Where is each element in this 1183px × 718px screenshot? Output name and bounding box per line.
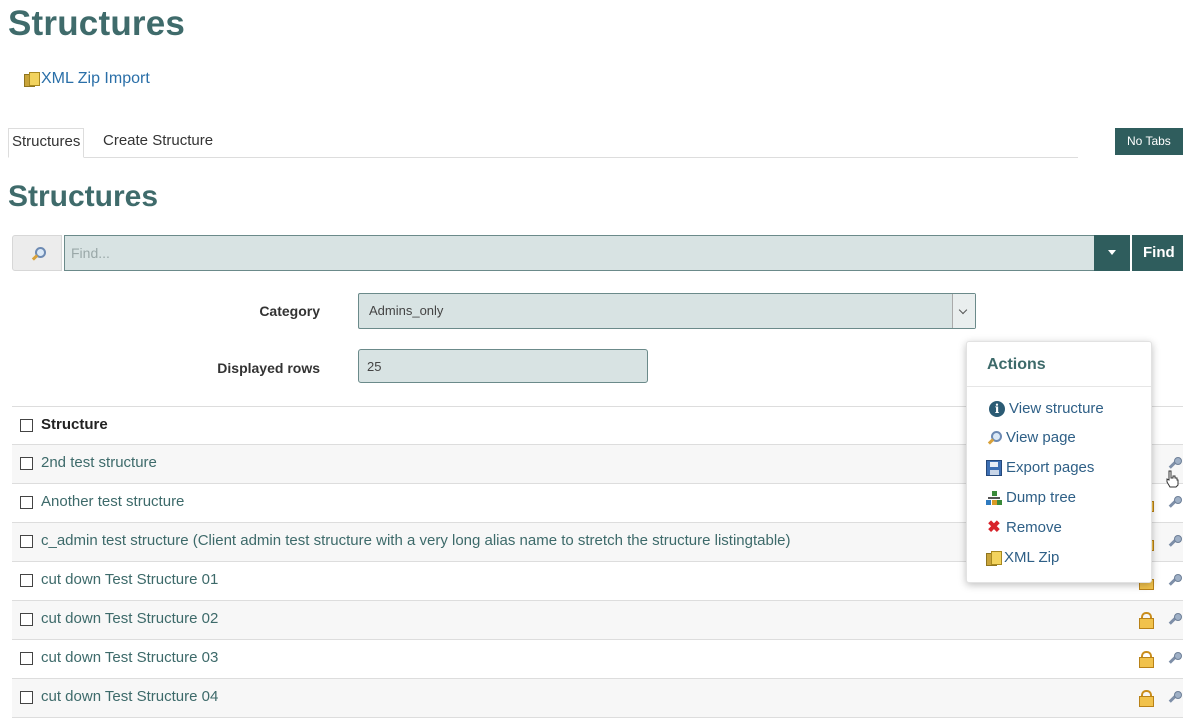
row-checkbox[interactable] [20,613,33,626]
tree-icon [986,490,1002,506]
lock-icon[interactable] [1138,690,1154,707]
xml-zip-import-label: XML Zip Import [41,70,150,87]
displayed-rows-input[interactable] [358,349,648,383]
action-label: Dump tree [1006,489,1077,506]
action-label: Export pages [1006,459,1095,476]
lock-icon[interactable] [1138,612,1154,629]
category-selected-value: Admins_only [369,303,444,318]
zip-icon [24,72,40,87]
action-label: View structure [1009,400,1104,417]
remove-icon: ✖ [987,518,1001,536]
wrench-icon[interactable] [1167,651,1182,665]
action-remove[interactable]: ✖ Remove [986,519,1062,536]
action-dump-tree[interactable]: Dump tree [986,489,1076,506]
action-xml-zip[interactable]: XML Zip [986,549,1059,566]
search-options-dropdown[interactable] [1094,235,1130,271]
info-icon: i [989,400,1005,417]
structure-name[interactable]: cut down Test Structure 04 [41,688,218,705]
wrench-icon[interactable] [1167,495,1182,509]
category-select[interactable]: Admins_only [358,293,976,329]
structure-name[interactable]: cut down Test Structure 02 [41,610,218,627]
zip-icon [986,550,1002,566]
row-checkbox[interactable] [20,496,33,509]
tab-bar: Structures Create Structure [8,128,1078,158]
table-row[interactable]: cut down Test Structure 02 [12,601,1183,640]
page-title: Structures [8,4,186,43]
row-checkbox[interactable] [20,652,33,665]
row-checkbox[interactable] [20,457,33,470]
action-label: View page [1006,429,1076,446]
tab-structures[interactable]: Structures [8,128,85,158]
wrench-icon[interactable] [1167,612,1182,626]
magnifier-icon [986,430,1002,446]
structure-name[interactable]: cut down Test Structure 01 [41,571,218,588]
wrench-icon[interactable] [1167,690,1182,704]
no-tabs-button[interactable]: No Tabs [1115,128,1183,155]
select-all-checkbox[interactable] [20,419,33,432]
actions-popup-title: Actions [987,356,1046,373]
action-label: Remove [1006,519,1062,536]
wrench-icon[interactable] [1167,534,1182,548]
mouse-cursor-icon [1166,470,1179,488]
wrench-icon[interactable] [1167,573,1182,587]
lock-icon[interactable] [1138,651,1154,668]
table-row[interactable]: cut down Test Structure 04 [12,679,1183,718]
actions-popup: Actions i View structure View page Expor… [966,341,1152,583]
wrench-icon[interactable] [1167,456,1182,470]
chevron-down-icon [952,294,975,328]
structure-name[interactable]: Another test structure [41,493,184,510]
action-label: XML Zip [1004,549,1060,566]
search-input[interactable] [64,235,1106,271]
structure-name[interactable]: cut down Test Structure 03 [41,649,218,666]
table-row[interactable]: cut down Test Structure 03 [12,640,1183,679]
action-view-structure[interactable]: i View structure [989,400,1104,417]
row-checkbox[interactable] [20,535,33,548]
section-title: Structures [8,180,159,213]
divider [967,386,1151,387]
category-label: Category [259,303,320,319]
find-button[interactable]: Find [1132,235,1183,271]
action-view-page[interactable]: View page [986,429,1076,446]
action-export-pages[interactable]: Export pages [986,459,1094,476]
search-icon-button[interactable] [12,235,62,271]
search-bar: Find [12,235,1183,271]
xml-zip-import-link[interactable]: XML Zip Import [24,70,150,88]
displayed-rows-label: Displayed rows [217,360,320,376]
save-icon [986,459,1002,476]
column-header-structure: Structure [41,416,108,433]
structure-name[interactable]: 2nd test structure [41,454,157,471]
row-checkbox[interactable] [20,691,33,704]
tab-create-structure[interactable]: Create Structure [103,128,213,156]
search-icon [30,246,46,262]
row-checkbox[interactable] [20,574,33,587]
structure-name[interactable]: c_admin test structure (Client admin tes… [41,532,791,549]
